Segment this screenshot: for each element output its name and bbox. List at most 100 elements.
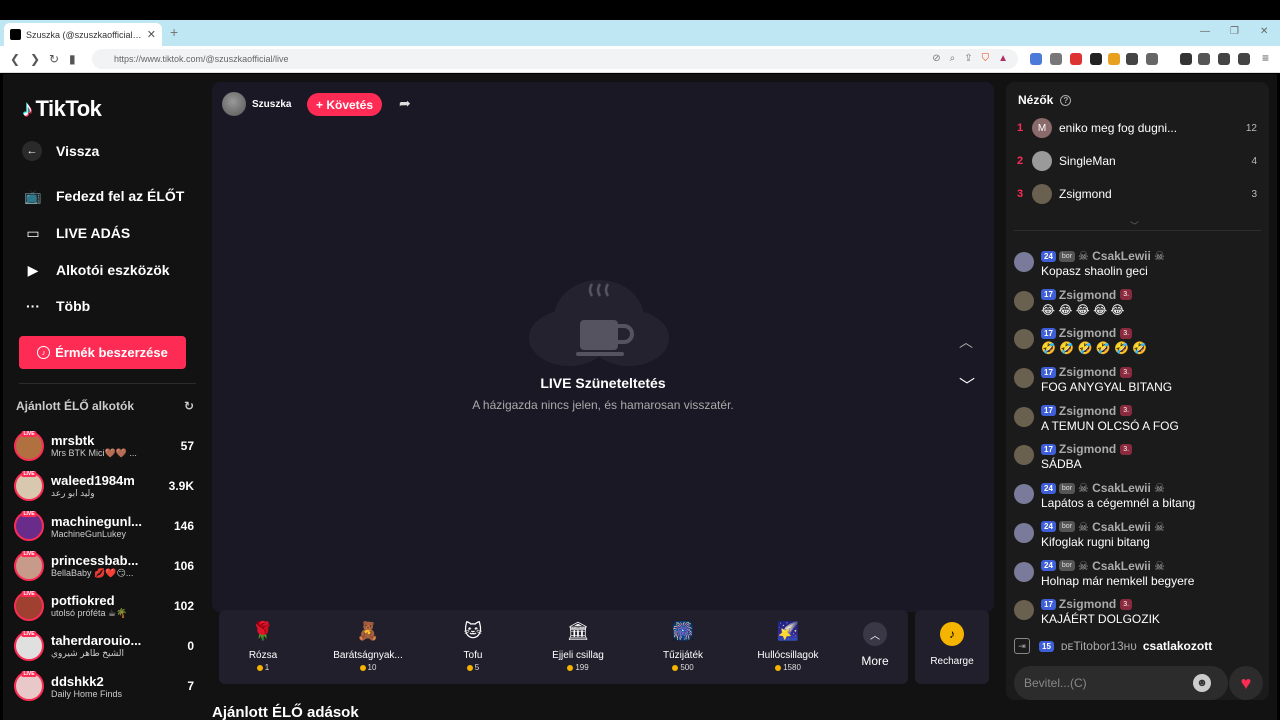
avatar: LIVE	[14, 511, 44, 541]
chat-text: 🤣 🤣 🤣 🤣 🤣 🤣	[1041, 341, 1148, 356]
avatar	[1032, 151, 1052, 171]
viewer-score: 12	[1245, 122, 1257, 134]
brave-shield-icon[interactable]: ⛉	[982, 53, 990, 64]
chat-username[interactable]: ☠ CsakLewii ☠	[1078, 520, 1165, 534]
vpn-icon[interactable]	[1238, 53, 1250, 65]
back-button[interactable]: ← Vissza	[22, 141, 99, 161]
chat-message: 17 Zsigmond 3. 😂 😂 😂 😂 😂	[1014, 288, 1264, 327]
host-avatar	[222, 92, 246, 116]
recharge-button[interactable]: ♪ Recharge	[915, 610, 989, 684]
reload-icon[interactable]: ↻	[49, 52, 59, 66]
chat-messages: 24 bor ☠ CsakLewii ☠ Kopasz shaolin geci 1…	[1014, 249, 1264, 636]
creator-subtitle: utolsó próféta ☕🌴	[51, 608, 128, 618]
chat-username[interactable]: ☠ CsakLewii ☠	[1078, 559, 1165, 573]
creator-name: princessbab...	[51, 553, 139, 568]
gift-item[interactable]: 🏛 Éjjeli csillag 199	[528, 616, 628, 673]
recommended-creator[interactable]: LIVE waleed1984m وليد ابو رعد 3.9K	[14, 466, 194, 506]
recommended-creator[interactable]: LIVE potfiokred utolsó próféta ☕🌴 102	[14, 586, 194, 626]
nav-label: Fedezd fel az ÉLŐT	[56, 188, 185, 204]
top-viewer-row[interactable]: 3 Zsigmond 3	[1017, 183, 1257, 205]
help-icon[interactable]: ?	[1060, 94, 1072, 106]
chat-username[interactable]: Zsigmond	[1059, 288, 1116, 302]
camera-off-icon[interactable]: ⊘	[932, 53, 940, 64]
chat-username[interactable]: Zsigmond	[1059, 365, 1116, 379]
top-viewer-row[interactable]: 2 SingleMan 4	[1017, 150, 1257, 172]
recommended-creator[interactable]: LIVE machinegunl... MachineGunLukey 146	[14, 506, 194, 546]
nav-more[interactable]: ··· Több	[22, 295, 90, 317]
puzzle-extensions-icon[interactable]	[1126, 53, 1138, 65]
wallet-icon[interactable]	[1198, 53, 1210, 65]
host-info[interactable]: Szuszka	[222, 92, 291, 116]
share-page-icon[interactable]: ⇪	[964, 53, 972, 64]
recommended-creator[interactable]: LIVE mrsbtk Mrs BTK Mici🤎🤎 ... 57	[14, 426, 194, 466]
avatar	[1014, 290, 1034, 311]
gift-item[interactable]: 🧸 Barátságnyak... 10	[318, 616, 418, 673]
next-live-chevron-down-icon[interactable]: ﹀	[957, 372, 977, 395]
nav-go-live[interactable]: ▭ LIVE ADÁS	[22, 222, 130, 244]
recommended-creator[interactable]: LIVE princessbab... BellaBaby 💋❤️😏... 106	[14, 546, 194, 586]
forward-arrow-icon[interactable]: ❯	[30, 52, 40, 66]
extension-icon[interactable]	[1108, 53, 1120, 65]
refresh-icon[interactable]: ↻	[184, 399, 194, 413]
translate-extension-icon[interactable]	[1030, 53, 1042, 65]
creator-name: machinegunl...	[51, 513, 143, 529]
emoji-icon[interactable]: ☻	[1193, 674, 1211, 692]
browser-tab[interactable]: Szuszka (@szuszkaofficial) ÉLŐ a... ✕	[4, 23, 162, 46]
sidebar-toggle-icon[interactable]	[1180, 53, 1192, 65]
tiktok-logo[interactable]: ♪ TikTok	[22, 96, 102, 122]
avatar	[1014, 561, 1034, 582]
viewer-count: 102	[173, 599, 194, 613]
gift-item[interactable]: 🎆 Tűzijáték 500	[633, 616, 733, 673]
like-heart-icon[interactable]: ♥	[1229, 666, 1263, 700]
maximize-icon[interactable]: ❐	[1230, 26, 1239, 37]
zoom-icon[interactable]: ⌕	[950, 53, 956, 64]
live-badge: LIVE	[21, 631, 37, 637]
gift-price: 1	[213, 663, 313, 672]
extension-icon[interactable]	[1050, 53, 1062, 65]
tiktok-favicon-icon	[10, 29, 21, 40]
chat-username[interactable]: Zsigmond	[1059, 442, 1116, 456]
bookmark-icon[interactable]: ▮	[69, 52, 76, 66]
recommended-creator[interactable]: LIVE ddshkk2 Daily Home Finds 7	[14, 666, 194, 706]
recommended-creator[interactable]: LIVE taherdarouio... الشيخ طاهر شيروي 0	[14, 626, 194, 666]
joined-username[interactable]: ᴅᴇTitobor13ʜᴜ	[1061, 639, 1137, 653]
back-arrow-icon[interactable]: ❮	[10, 52, 20, 66]
chat-username[interactable]: ☠ CsakLewii ☠	[1078, 481, 1165, 495]
address-bar[interactable]: https://www.tiktok.com/@szuszkaofficial/…	[92, 49, 1018, 69]
gift-item[interactable]: 🐱 Tofu 5	[423, 616, 523, 673]
viewer-count: 0	[187, 639, 194, 653]
more-gifts-button[interactable]: ︿ More	[855, 622, 895, 668]
more-dots-icon: ···	[26, 298, 40, 314]
top-viewer-row[interactable]: 1 M eniko meg fog dugni... 12	[1017, 117, 1257, 139]
chat-username[interactable]: Zsigmond	[1059, 597, 1116, 611]
gift-name: Tűzijáték	[662, 650, 703, 661]
hls-extension-icon[interactable]	[1070, 53, 1082, 65]
minimize-icon[interactable]: —	[1200, 26, 1210, 37]
menu-icon[interactable]: ≡	[1262, 51, 1269, 65]
recharge-label: Recharge	[930, 656, 974, 667]
nav-label: Több	[56, 298, 91, 314]
share-icon[interactable]: ➦	[399, 95, 411, 112]
previous-live-chevron-up-icon[interactable]: ︿	[959, 332, 973, 352]
chat-username[interactable]: Zsigmond	[1059, 326, 1116, 340]
viewer-count: 3.9K	[168, 479, 194, 493]
chat-username[interactable]: Zsigmond	[1059, 404, 1116, 418]
gift-item[interactable]: 🌹 Rózsa 1	[213, 616, 313, 673]
nav-creator-tools[interactable]: ▶ Alkotói eszközök	[22, 259, 170, 281]
rank-badge: 3.	[1120, 598, 1133, 610]
get-coins-button[interactable]: ♪ Érmék beszerzése	[19, 336, 186, 369]
close-window-icon[interactable]: ✕	[1260, 26, 1268, 37]
close-tab-icon[interactable]: ✕	[147, 28, 156, 41]
extension-icon[interactable]	[1090, 53, 1102, 65]
level-badge: 15	[1039, 640, 1054, 652]
extension-icon[interactable]	[1146, 53, 1158, 65]
brave-rewards-icon[interactable]: ▲	[998, 53, 1008, 64]
creator-subtitle: BellaBaby 💋❤️😏...	[51, 568, 134, 578]
nav-explore-live[interactable]: 📺 Fedezd fel az ÉLŐT	[22, 185, 184, 207]
viewer-name: eniko meg fog dugni...	[1059, 121, 1178, 135]
new-tab-icon[interactable]: +	[170, 24, 178, 40]
follow-button[interactable]: + Követés	[307, 93, 382, 116]
leo-ai-icon[interactable]	[1218, 53, 1230, 65]
gift-item[interactable]: 🌠 Hullócsillagok 1580	[738, 616, 838, 673]
chat-username[interactable]: ☠ CsakLewii ☠	[1078, 249, 1165, 263]
